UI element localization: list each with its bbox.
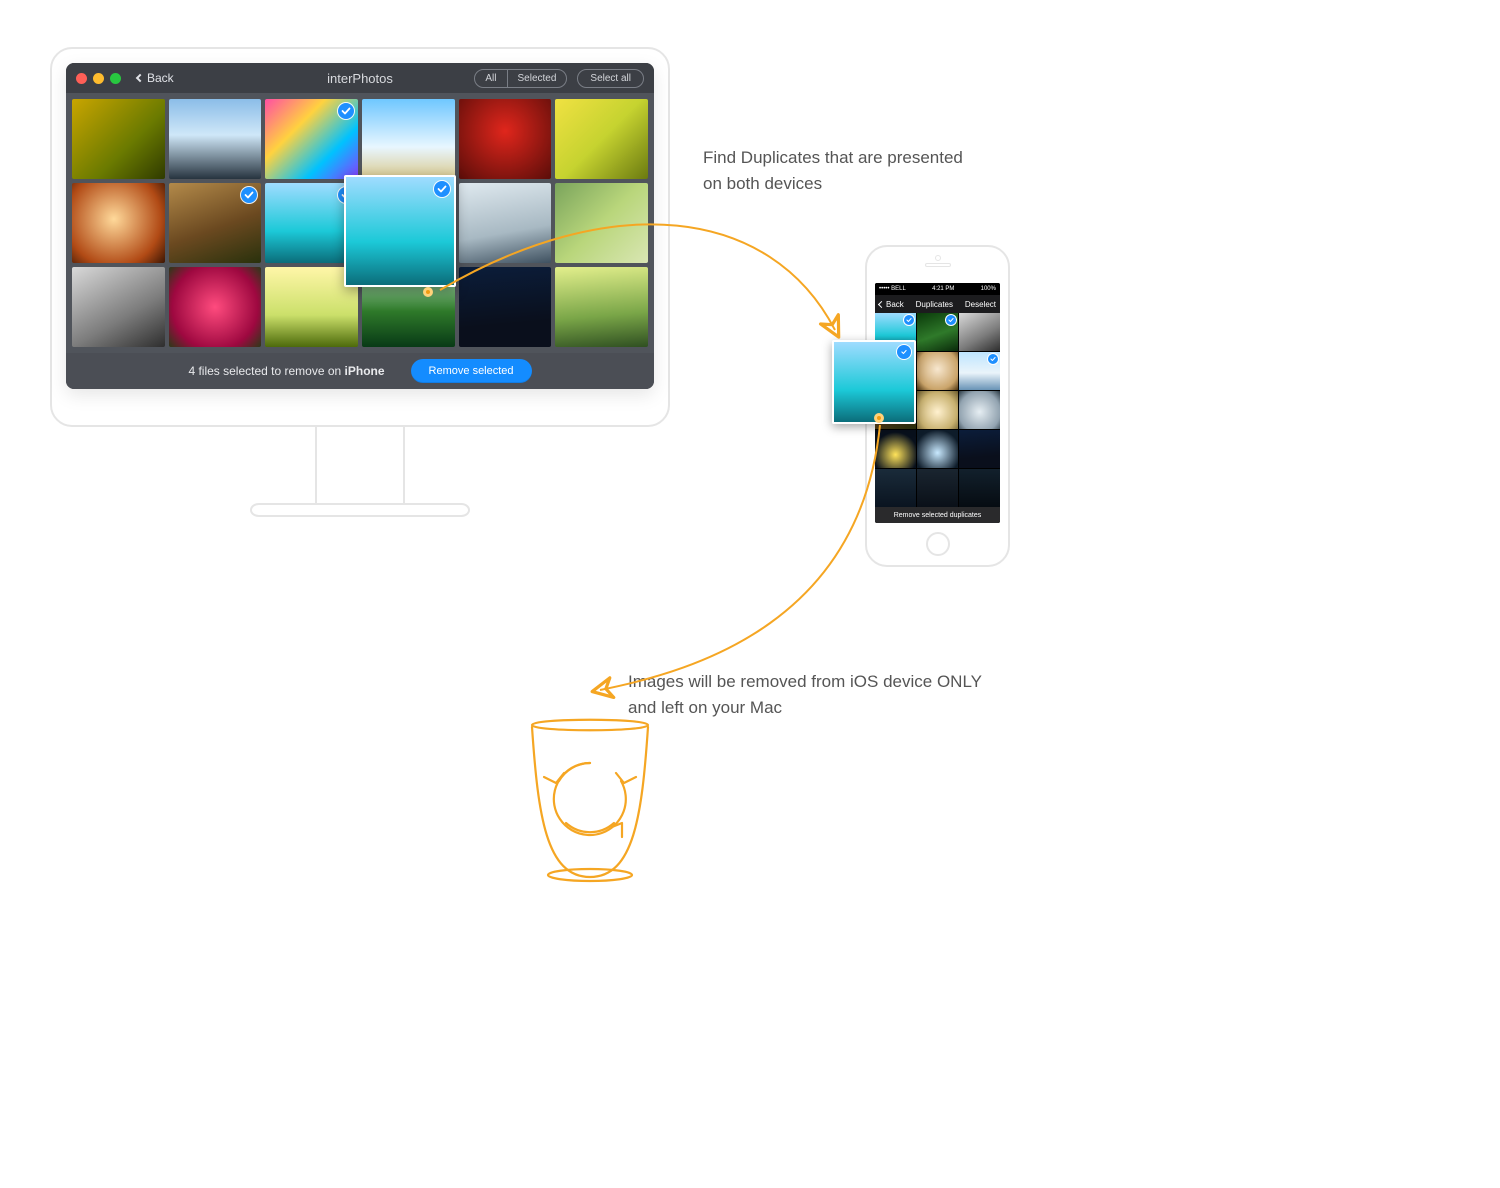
photo-thumbnail[interactable] [959,352,1000,390]
imac-stand-foot [250,503,470,517]
check-icon [338,103,354,119]
photo-thumbnail[interactable] [959,313,1000,351]
annotation-1-line2: on both devices [703,171,1063,197]
minimize-icon[interactable] [93,73,104,84]
photo-thumbnail[interactable] [875,430,916,468]
imac-stand-neck [315,427,405,505]
imac-device: Back interPhotos All Selected Select all [50,47,670,517]
photo-grid-container [66,93,654,353]
app-window: Back interPhotos All Selected Select all [66,63,654,389]
status-carrier: ••••• BELL [879,286,906,292]
check-icon [946,315,956,325]
annotation-1-line1: Find Duplicates that are presented [703,145,1063,171]
photo-thumbnail[interactable] [459,267,552,347]
nav-action[interactable]: Deselect [965,300,996,309]
photo-thumbnail[interactable] [169,183,262,263]
photo-thumbnail[interactable] [459,183,552,263]
status-battery: 100% [981,286,996,292]
photo-thumbnail[interactable] [917,313,958,351]
phone-footer-button[interactable]: Remove selected duplicates [875,507,1000,523]
photo-thumbnail[interactable] [72,183,165,263]
iphone-camera-icon [935,255,941,261]
photo-thumbnail[interactable] [72,99,165,179]
photo-thumbnail[interactable] [72,267,165,347]
filter-selected[interactable]: Selected [507,70,567,87]
close-icon[interactable] [76,73,87,84]
check-icon [897,345,911,359]
titlebar: Back interPhotos All Selected Select all [66,63,654,93]
photo-thumbnail[interactable] [555,183,648,263]
remove-selected-button[interactable]: Remove selected [411,359,532,383]
footer-bar: 4 files selected to remove on iPhone Rem… [66,353,654,389]
status-prefix: 4 files selected to remove on [188,364,344,378]
back-label: Back [147,71,174,85]
photo-thumbnail[interactable] [959,469,1000,507]
trash-icon [520,715,660,887]
annotation-2-line1: Images will be removed from iOS device O… [628,669,1048,695]
status-device: iPhone [345,364,385,378]
photo-thumbnail[interactable] [459,99,552,179]
annotation-2-line2: and left on your Mac [628,695,1048,721]
phone-highlighted-thumbnail[interactable] [832,340,916,424]
status-time: 4:21 PM [932,286,954,292]
photo-thumbnail[interactable] [555,99,648,179]
zoom-icon[interactable] [110,73,121,84]
nav-back-button[interactable]: Back [879,300,904,309]
filter-all[interactable]: All [475,70,506,87]
annotation-2: Images will be removed from iOS device O… [628,669,1048,722]
iphone-device: ••••• BELL 4:21 PM 100% Back Duplicates … [865,245,1010,567]
photo-thumbnail[interactable] [917,391,958,429]
filter-segmented[interactable]: All Selected [474,69,567,88]
check-icon [241,187,257,203]
photo-thumbnail[interactable] [917,430,958,468]
window-controls [76,73,127,84]
nav-title: Duplicates [916,300,953,309]
photo-thumbnail[interactable] [169,267,262,347]
photo-thumbnail[interactable] [875,469,916,507]
chevron-left-icon [136,74,144,82]
iphone-speaker-icon [925,263,951,267]
chevron-left-icon [878,300,885,307]
check-icon [988,354,998,364]
home-button[interactable] [926,532,950,556]
photo-thumbnail[interactable] [265,99,358,179]
highlighted-thumbnail[interactable] [344,175,456,287]
annotation-1: Find Duplicates that are presented on bo… [703,145,1063,198]
photo-thumbnail[interactable] [917,352,958,390]
back-button[interactable]: Back [137,71,174,85]
photo-thumbnail[interactable] [917,469,958,507]
photo-thumbnail[interactable] [169,99,262,179]
status-bar: ••••• BELL 4:21 PM 100% [875,283,1000,295]
photo-thumbnail[interactable] [959,391,1000,429]
nav-back-label: Back [886,300,904,309]
nav-bar: Back Duplicates Deselect [875,295,1000,313]
photo-thumbnail[interactable] [555,267,648,347]
check-icon [904,315,914,325]
imac-screen: Back interPhotos All Selected Select all [50,47,670,427]
status-text: 4 files selected to remove on iPhone [188,364,384,378]
select-all-button[interactable]: Select all [577,69,644,88]
check-icon [434,181,450,197]
photo-thumbnail[interactable] [959,430,1000,468]
photo-thumbnail[interactable] [362,99,455,179]
